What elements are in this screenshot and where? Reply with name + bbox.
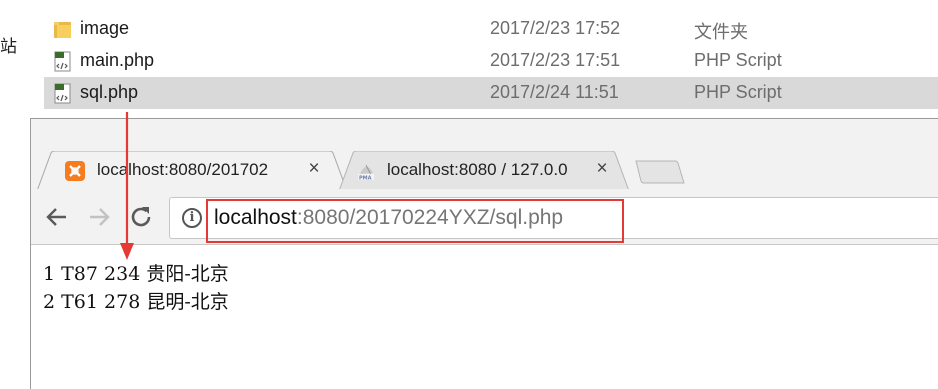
annotation-arrow: [120, 112, 134, 260]
